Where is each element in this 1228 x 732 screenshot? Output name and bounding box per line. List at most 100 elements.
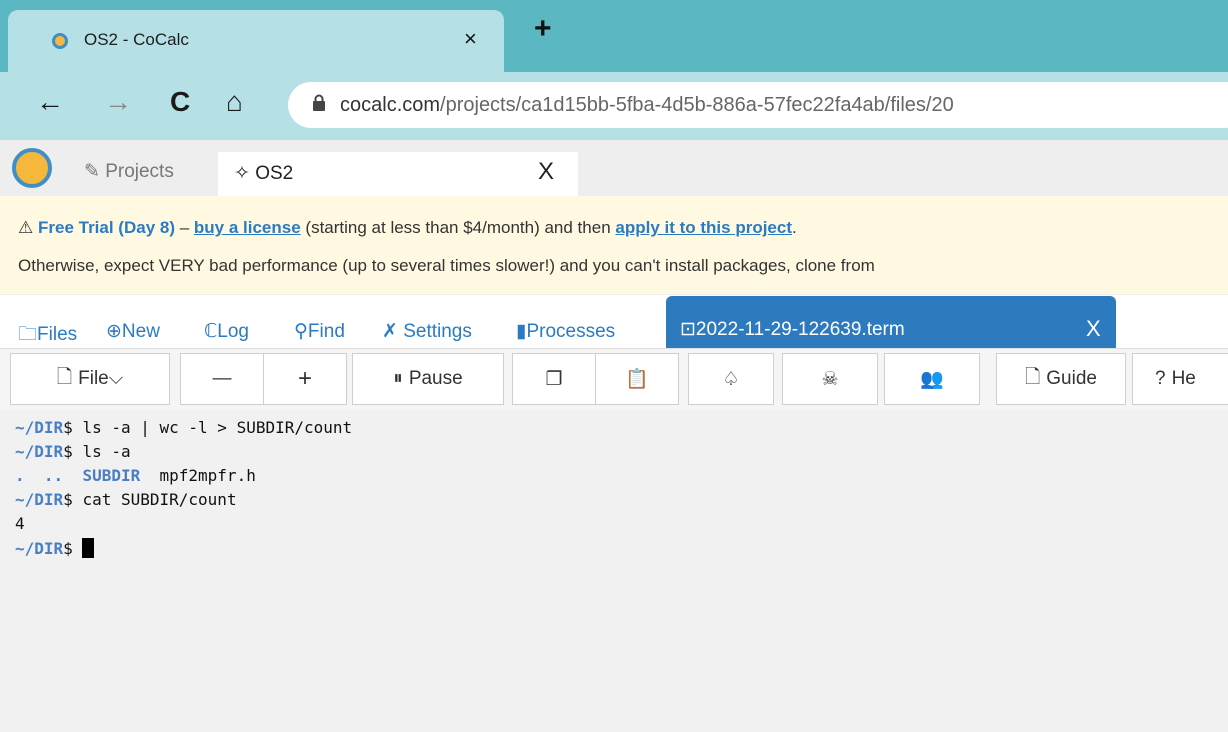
apply-license-link[interactable]: apply it to this project (615, 218, 792, 237)
tab-settings-label: Settings (403, 321, 472, 342)
browser-toolbar: ← → C ⌂ cocalc.com/projects/ca1d15bb-5fb… (0, 72, 1228, 140)
project-tab-name: OS2 (255, 163, 294, 184)
tab-new-label: New (121, 321, 160, 342)
terminal-prompt: ~/DIR (15, 539, 64, 558)
tab-log[interactable]: ℂLog (204, 320, 249, 343)
search-icon: ⚲ (294, 321, 308, 342)
folder-icon: 🗀 (18, 324, 38, 345)
terminal-tab-label: ⊡2022-11-29-122639.term (680, 318, 905, 341)
rocket-button[interactable]: ♤ (688, 353, 774, 405)
reload-button[interactable]: C (170, 86, 190, 118)
guide-label: Guide (1046, 368, 1097, 389)
edit-icon: ✎ (84, 161, 100, 182)
banner-end-text: . (792, 218, 797, 237)
projects-tab[interactable]: ✎ Projects (84, 160, 174, 183)
pause-label: Pause (408, 368, 463, 389)
url-host: cocalc.com (340, 94, 441, 116)
terminal-prompt: ~/DIR (15, 490, 64, 509)
tab-new[interactable]: ⊕New (106, 320, 160, 343)
frame-toolbar: 🗋 File ⌵ — + ⏸ Pause ❐ 📋 ♤ ☠ 👥 🗋 Guide ? He (0, 348, 1228, 411)
browser-tab-title: OS2 - CoCalc (84, 30, 189, 49)
copy-button[interactable]: ❐ (512, 353, 596, 405)
terminal-line: ~/DIR$ cat SUBDIR/count (15, 490, 237, 509)
terminal-prompt: ~/DIR (15, 418, 64, 437)
close-file-tab-icon[interactable]: X (1086, 316, 1101, 342)
tab-find-label: Find (307, 321, 345, 342)
terminal-prompt: ~/DIR (15, 442, 64, 461)
terminal-icon: ⊡ (680, 319, 696, 340)
increase-font-button[interactable]: + (263, 353, 347, 405)
address-bar[interactable]: cocalc.com/projects/ca1d15bb-5fba-4d5b-8… (288, 82, 1228, 128)
skull-icon: ☠ (821, 368, 839, 390)
terminal-command: ls -a | wc -l > SUBDIR/count (72, 418, 353, 437)
help-button[interactable]: ? He (1132, 353, 1228, 405)
banner-line-2: Otherwise, expect VERY bad performance (… (18, 256, 875, 275)
question-icon: ? (1155, 368, 1166, 389)
guide-button[interactable]: 🗋 Guide (996, 353, 1126, 405)
user-remove-icon: 👥 (920, 369, 944, 390)
tab-terminal-file[interactable]: ⊡2022-11-29-122639.term X (666, 296, 1116, 348)
terminal-line: . .. SUBDIR mpf2mpfr.h (15, 466, 256, 485)
terminal-output-dots: . .. (15, 466, 83, 485)
tab-find[interactable]: ⚲Find (294, 320, 345, 343)
terminal-dollar: $ (63, 418, 73, 437)
terminal-output-file: mpf2mpfr.h (140, 466, 256, 485)
projects-label: Projects (105, 161, 174, 182)
trial-label: Free Trial (Day 8) (37, 218, 175, 237)
tab-settings[interactable]: ✗ Settings (382, 320, 472, 343)
terminal-line: 4 (15, 514, 25, 533)
banner-dash: – (175, 218, 194, 237)
chevron-down-icon: ⌵ (108, 368, 124, 389)
close-project-tab-icon[interactable]: X (538, 158, 554, 186)
pause-button[interactable]: ⏸ Pause (352, 353, 504, 405)
cocalc-logo-icon[interactable] (12, 148, 52, 188)
terminal-area[interactable]: ~/DIR$ ls -a | wc -l > SUBDIR/count ~/DI… (0, 410, 1228, 732)
terminal-output-subdir: SUBDIR (82, 466, 141, 485)
trial-banner: ⚠ Free Trial (Day 8) – buy a license (st… (0, 196, 1228, 295)
buy-license-link[interactable]: buy a license (194, 218, 301, 237)
home-button[interactable]: ⌂ (226, 86, 243, 118)
terminal-command: cat SUBDIR/count (72, 490, 237, 509)
kill-button[interactable]: ☠ (782, 353, 878, 405)
forward-button[interactable]: → (104, 86, 132, 118)
history-icon: ℂ (204, 321, 218, 342)
terminal-dollar: $ (63, 490, 73, 509)
plus-circle-icon: ⊕ (106, 321, 122, 342)
file-menu-label: File (78, 368, 109, 389)
decrease-font-button[interactable]: — (180, 353, 264, 405)
paste-button[interactable]: 📋 (595, 353, 679, 405)
browser-tab[interactable]: OS2 - CoCalc × (8, 10, 504, 72)
terminal-dollar: $ (63, 539, 73, 558)
banner-line-1: ⚠ Free Trial (Day 8) – buy a license (st… (18, 218, 797, 238)
cocalc-favicon-icon (52, 33, 68, 49)
tab-log-label: Log (217, 321, 249, 342)
cocalc-topbar: ✎ Projects ✧ OS2 X (0, 140, 1228, 196)
new-tab-button[interactable]: + (534, 12, 552, 46)
tab-files-label: Files (37, 324, 78, 345)
lock-icon (312, 94, 326, 117)
guide-icon: 🗋 (1025, 367, 1041, 388)
rocket-icon: ♤ (722, 368, 740, 390)
help-label: He (1171, 368, 1196, 389)
running-icon: ✧ (234, 163, 250, 184)
url-path: /projects/ca1d15bb-5fba-4d5b-886a-57fec2… (440, 94, 954, 116)
user-remove-button[interactable]: 👥 (884, 353, 980, 405)
terminal-line: ~/DIR$ ls -a (15, 442, 131, 461)
url-text[interactable]: cocalc.com/projects/ca1d15bb-5fba-4d5b-8… (340, 94, 954, 117)
file-menu-button[interactable]: 🗋 File ⌵ (10, 353, 170, 405)
paste-icon: 📋 (625, 369, 649, 390)
back-button[interactable]: ← (36, 86, 64, 118)
file-icon: 🗋 (56, 367, 73, 388)
copy-icon: ❐ (545, 368, 563, 390)
project-file-tabs: 🗀Files ⊕New ℂLog ⚲Find ✗ Settings ▮Proce… (0, 296, 1228, 348)
warning-icon: ⚠ (18, 218, 34, 237)
terminal-tab-filename: 2022-11-29-122639.term (695, 319, 905, 340)
banner-mid-text: (starting at less than $4/month) and the… (300, 218, 616, 237)
close-tab-icon[interactable]: × (464, 26, 477, 52)
terminal-line: ~/DIR$ ls -a | wc -l > SUBDIR/count (15, 418, 352, 437)
project-tab-os2[interactable]: ✧ OS2 X (218, 152, 578, 196)
terminal-dollar: $ (63, 442, 73, 461)
terminal-cursor (82, 538, 95, 558)
tab-processes[interactable]: ▮Processes (516, 320, 615, 343)
terminal-line: ~/DIR$ (15, 538, 95, 558)
